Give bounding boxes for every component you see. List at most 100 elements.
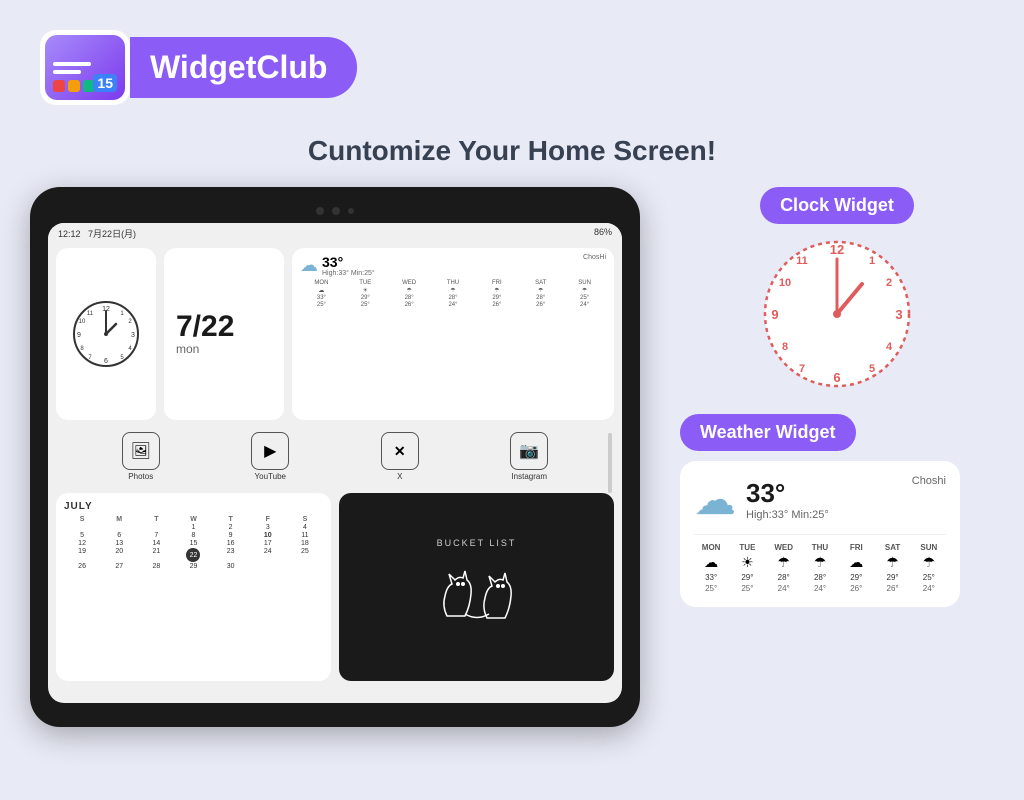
- status-time: 12:12 7月22日(月): [58, 227, 136, 240]
- analog-clock-svg: 12 3 6 9 1 2 4 5 7 8 10 11: [757, 234, 917, 394]
- tablet-camera: [48, 207, 622, 215]
- header: 15 WidgetClub: [0, 0, 1024, 125]
- wf-thu: THU ☂ 28° 24°: [803, 543, 837, 593]
- instagram-label: Instagram: [511, 472, 547, 481]
- svg-text:10: 10: [779, 277, 791, 289]
- svg-text:3: 3: [895, 307, 902, 322]
- svg-text:11: 11: [87, 311, 94, 317]
- cal-month: JULY: [64, 501, 323, 512]
- forecast-fri: FRI☂29°26°: [475, 280, 518, 308]
- screen-calendar-widget: JULY S M T W T F S: [56, 493, 331, 681]
- cam-dot-3: [348, 208, 354, 214]
- cal-h-w: W: [175, 516, 211, 523]
- wf-mon: MON ☁ 33° 25°: [694, 543, 728, 593]
- tablet-screen: 12:12 7月22日(月) 86% 12 3 6: [48, 223, 622, 703]
- weather-top-row: ☁ 33° High:33° Min:25° Choshi: [694, 475, 946, 524]
- photos-icon: 🖼: [122, 432, 160, 470]
- photos-label: Photos: [128, 472, 153, 481]
- clock-widget-section: Clock Widget 12 3 6 9 1 2 4 5 7 8 10 11: [680, 187, 994, 394]
- status-bar: 12:12 7月22日(月) 86%: [48, 223, 622, 244]
- svg-text:12: 12: [830, 242, 844, 257]
- screen-date-day: mon: [176, 342, 199, 356]
- cal-d-empty1: [64, 524, 100, 531]
- screen-weather-temp: 33°: [322, 254, 375, 270]
- logo-number: 15: [93, 74, 117, 92]
- wf-tue: TUE ☀ 29° 25°: [730, 543, 764, 593]
- cal-h-s1: S: [64, 516, 100, 523]
- screen-bucket-widget: Bucket List: [339, 493, 614, 681]
- youtube-label: YouTube: [255, 472, 286, 481]
- weather-widget-section: Weather Widget ☁ 33° High:33° Min:25° Ch…: [680, 414, 994, 607]
- bucket-title: Bucket List: [437, 538, 517, 548]
- wf-sat: SAT ☂ 29° 26°: [875, 543, 909, 593]
- weather-city: Choshi: [912, 475, 946, 487]
- app-youtube[interactable]: ▶ YouTube: [251, 432, 289, 481]
- svg-text:10: 10: [79, 319, 86, 325]
- cal-grid: S M T W T F S 1 2: [64, 516, 323, 570]
- x-icon: ✕: [381, 432, 419, 470]
- forecast-wed: WED☂28°26°: [388, 280, 431, 308]
- logo-box: 15: [40, 30, 130, 105]
- wf-fri: FRI ☁ 29° 26°: [839, 543, 873, 593]
- screen-clock-svg: 12 3 6 9 1 2 4 5 7 8 10 11: [71, 299, 141, 369]
- cal-h-t2: T: [213, 516, 249, 523]
- cal-h-s2: S: [287, 516, 323, 523]
- logo-dot-red: [53, 80, 65, 92]
- svg-text:6: 6: [833, 370, 840, 385]
- screen-clock-widget: 12 3 6 9 1 2 4 5 7 8 10 11: [56, 248, 156, 420]
- tablet-container: 12:12 7月22日(月) 86% 12 3 6: [30, 187, 650, 727]
- bucket-cats-svg: [427, 556, 527, 636]
- app-x[interactable]: ✕ X: [381, 432, 419, 481]
- brand-pill: WidgetClub: [130, 37, 357, 98]
- screen-weather-location: ChosHi: [583, 254, 606, 261]
- screen-weather-forecast: MON☁33°25° TUE☀29°25° WED☂28°26° THU☂28°…: [300, 280, 606, 308]
- brand-name: WidgetClub: [150, 49, 327, 85]
- svg-text:3: 3: [131, 332, 135, 339]
- weather-temp-big: 33°: [746, 478, 829, 509]
- svg-text:9: 9: [77, 332, 81, 339]
- screen-bottom-row: JULY S M T W T F S: [48, 489, 622, 689]
- tablet-mockup: 12:12 7月22日(月) 86% 12 3 6: [30, 187, 640, 727]
- svg-text:9: 9: [771, 307, 778, 322]
- cal-today: 22: [186, 548, 200, 562]
- svg-text:7: 7: [799, 363, 805, 375]
- tagline: Cuntomize Your Home Screen!: [0, 135, 1024, 167]
- cal-d-empty2: [101, 524, 137, 531]
- forecast-mon: MON☁33°25°: [300, 280, 343, 308]
- svg-text:4: 4: [886, 341, 893, 353]
- weather-left: ☁ 33° High:33° Min:25°: [694, 475, 829, 524]
- app-instagram[interactable]: 📷 Instagram: [510, 432, 548, 481]
- weather-widget-display: ☁ 33° High:33° Min:25° Choshi MON: [680, 461, 960, 607]
- logo-inner: 15: [45, 35, 125, 100]
- app-photos[interactable]: 🖼 Photos: [122, 432, 160, 481]
- x-label: X: [397, 472, 402, 481]
- forecast-sat: SAT☂28°26°: [519, 280, 562, 308]
- right-panel: Clock Widget 12 3 6 9 1 2 4 5 7 8 10 11: [680, 187, 994, 727]
- screen-weather-cloud-icon: ☁: [300, 255, 318, 276]
- forecast-sun: SUN☂25°24°: [563, 280, 606, 308]
- svg-text:6: 6: [104, 358, 108, 365]
- forecast-thu: THU☂28°24°: [432, 280, 475, 308]
- scroll-indicator[interactable]: [608, 433, 612, 493]
- cal-h-t1: T: [138, 516, 174, 523]
- clock-widget-label: Clock Widget: [760, 187, 914, 224]
- svg-text:1: 1: [869, 255, 875, 267]
- weather-highlow: High:33° Min:25°: [746, 509, 829, 521]
- screen-date-value: 7/22: [176, 312, 234, 342]
- logo-dot-yellow: [68, 80, 80, 92]
- instagram-icon: 📷: [510, 432, 548, 470]
- weather-forecast-row: MON ☁ 33° 25° TUE ☀ 29° 25° WED ☂ 28: [694, 534, 946, 593]
- youtube-icon: ▶: [251, 432, 289, 470]
- screen-date-widget: 7/22 mon: [164, 248, 284, 420]
- app-icons-row: 🖼 Photos ▶ YouTube ✕ X 📷 Instagram: [56, 424, 614, 489]
- svg-text:2: 2: [886, 277, 892, 289]
- svg-text:8: 8: [782, 341, 788, 353]
- cam-dot-2: [332, 207, 340, 215]
- cam-dot-1: [316, 207, 324, 215]
- weather-widget-label: Weather Widget: [680, 414, 856, 451]
- screen-weather-range: High:33° Min:25°: [322, 270, 375, 277]
- cal-h-f: F: [250, 516, 286, 523]
- svg-text:5: 5: [869, 363, 875, 375]
- forecast-tue: TUE☀29°25°: [344, 280, 387, 308]
- cal-d-empty3: [138, 524, 174, 531]
